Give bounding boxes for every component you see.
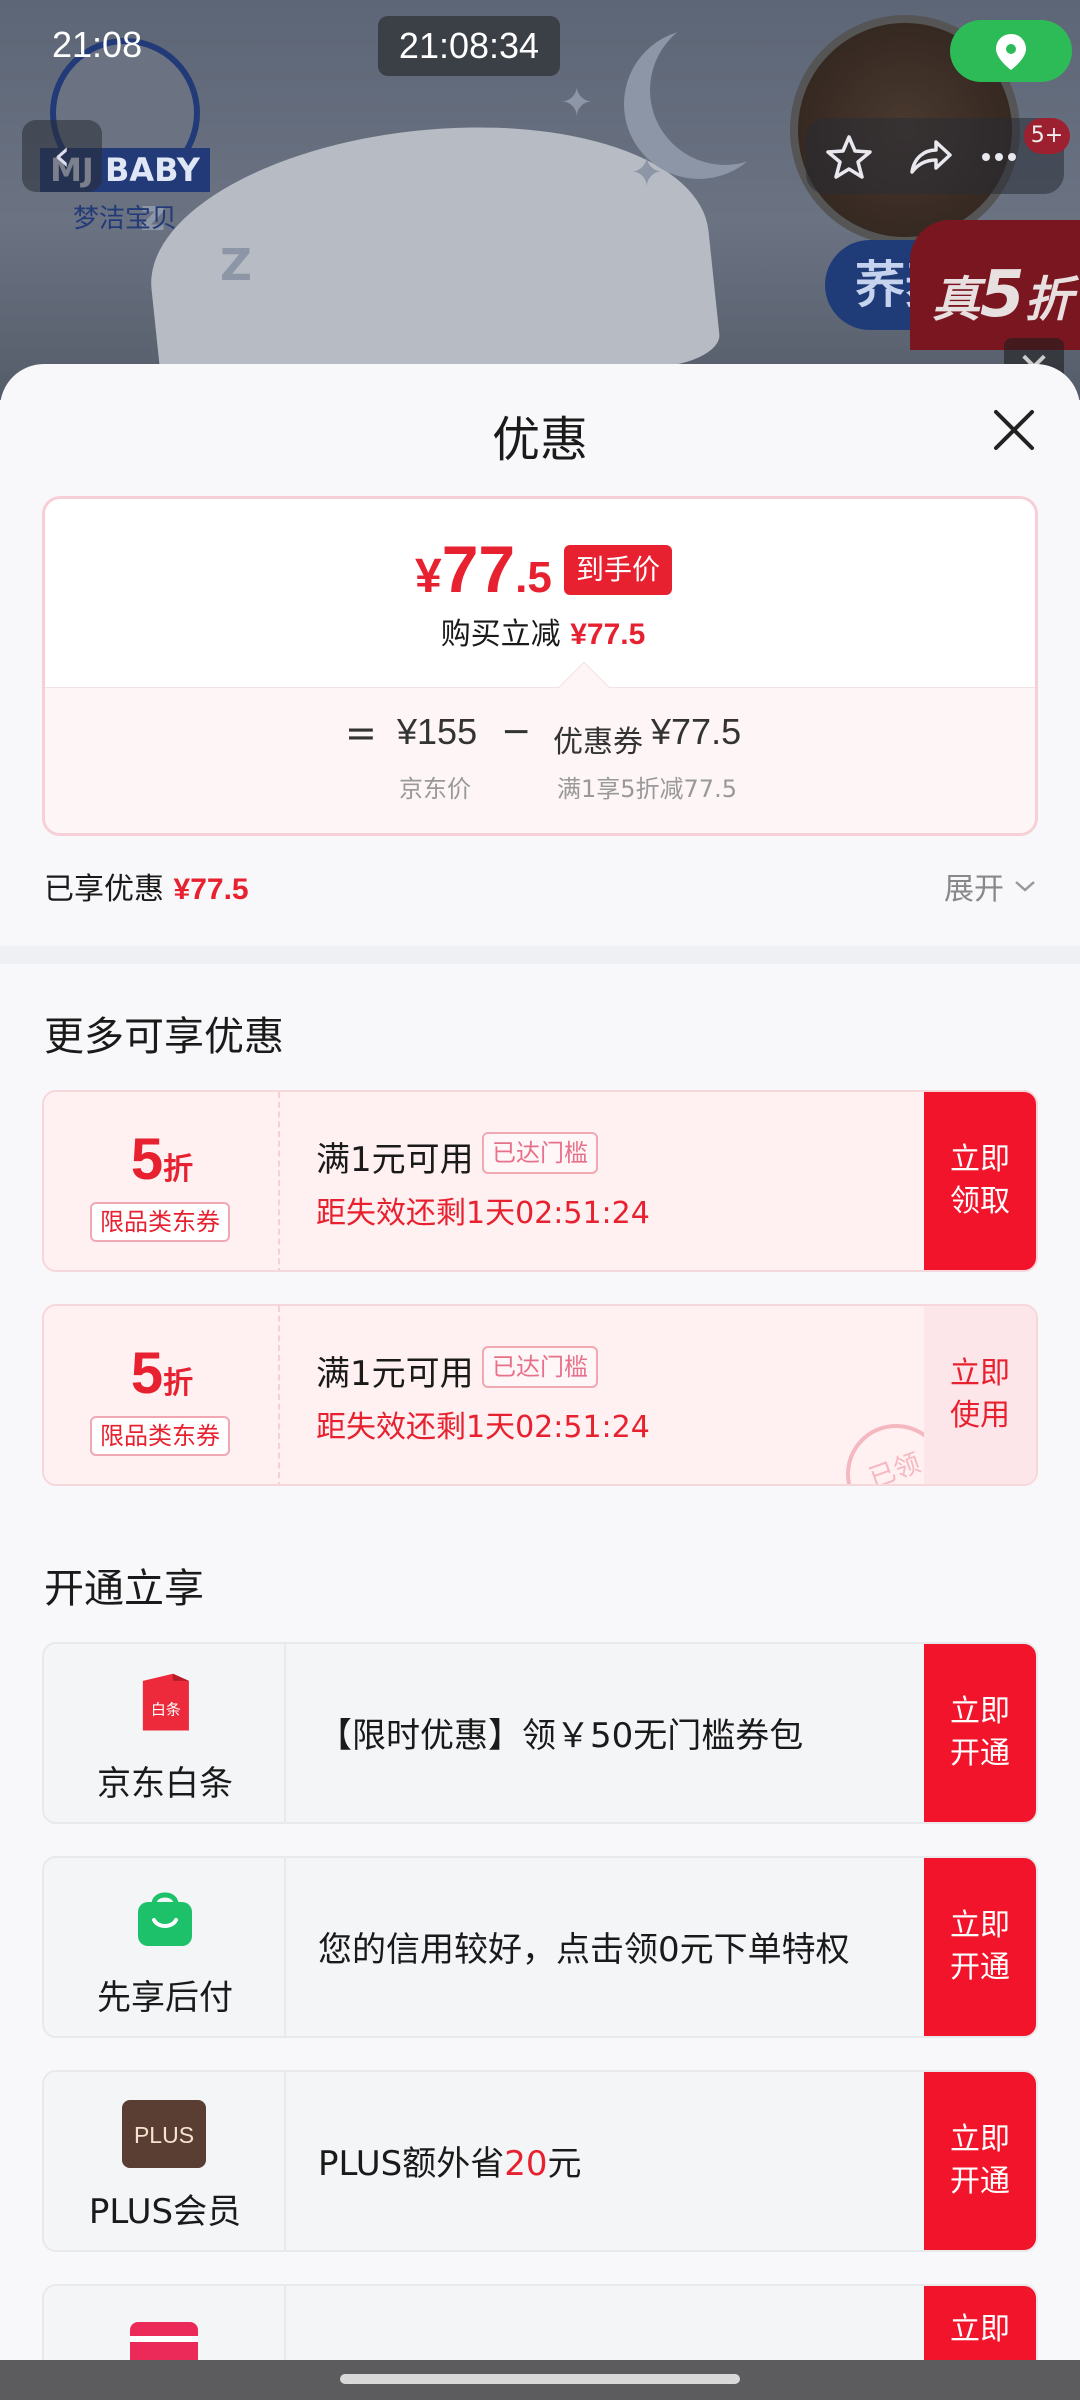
service-name: PLUS会员 bbox=[88, 2192, 242, 2232]
coupon-condition: 满1元可用 bbox=[316, 1140, 474, 1180]
svg-text:白条: 白条 bbox=[151, 1701, 181, 1719]
threshold-reached-tag: 已达门槛 bbox=[482, 1346, 598, 1388]
service-name: 京东白条 bbox=[97, 1764, 233, 1804]
more-deals-title: 更多可享优惠 bbox=[44, 1014, 284, 1060]
close-icon[interactable] bbox=[986, 402, 1042, 458]
brand-cn-name: 梦洁宝贝 bbox=[72, 204, 177, 234]
star-decoration: ✦ bbox=[560, 80, 594, 126]
coupon-discount: 5折 bbox=[130, 1127, 194, 1192]
z-decoration: Z bbox=[220, 240, 252, 291]
back-icon[interactable]: ‹ bbox=[22, 120, 102, 192]
home-indicator[interactable] bbox=[340, 2374, 740, 2384]
section-divider bbox=[0, 946, 1080, 964]
service-row-plus: PLUS PLUS会员 PLUS额外省20元 立即开通 bbox=[42, 2070, 1038, 2252]
moon-decoration bbox=[650, 15, 800, 165]
threshold-reached-tag: 已达门槛 bbox=[482, 1132, 598, 1174]
message-count-badge: 5+ bbox=[1024, 118, 1070, 154]
location-indicator bbox=[950, 20, 1072, 82]
status-bar-time: 21:08 bbox=[52, 24, 143, 65]
chevron-down-icon[interactable] bbox=[1012, 876, 1038, 896]
activate-title: 开通立享 bbox=[44, 1566, 204, 1612]
activate-pay-later-button[interactable]: 立即开通 bbox=[924, 1858, 1036, 2036]
coupon-timer: 距失效还剩1天02:51:24 bbox=[316, 1196, 650, 1231]
coupon-category: 限品类东券 bbox=[90, 1416, 230, 1456]
claim-coupon-button[interactable]: 立即领取 bbox=[924, 1092, 1036, 1270]
service-desc: PLUS额外省20元 bbox=[318, 2144, 582, 2184]
activate-baitiao-button[interactable]: 立即开通 bbox=[924, 1644, 1036, 1822]
minus-sign: − bbox=[501, 711, 532, 752]
jd-price: ¥155 bbox=[397, 711, 478, 752]
coupon-discount-area: 5折 限品类东券 bbox=[44, 1306, 280, 1484]
coupon-desc: 满1享5折减77.5 bbox=[557, 775, 737, 803]
equals-sign: = bbox=[345, 711, 377, 755]
service-desc: 【限时优惠】领￥50无门槛券包 bbox=[318, 1716, 804, 1756]
floating-clock: 21:08:34 bbox=[378, 16, 560, 76]
sheet-title: 优惠 bbox=[491, 412, 588, 468]
jd-price-label: 京东价 bbox=[399, 775, 471, 803]
shopping-bag-icon bbox=[138, 1892, 192, 1946]
instant-save-line: 购买立减 ¥77.5 bbox=[440, 617, 646, 652]
activate-plus-button[interactable]: 立即开通 bbox=[924, 2072, 1036, 2250]
service-row-baitiao: 白条 京东白条 【限时优惠】领￥50无门槛券包 立即开通 bbox=[42, 1642, 1038, 1824]
coupon-card: 5折 限品类东券 满1元可用 已达门槛 距失效还剩1天02:51:24 立即领取 bbox=[42, 1090, 1038, 1272]
price-breakdown bbox=[45, 687, 1035, 833]
expand-button[interactable]: 展开 bbox=[944, 864, 1004, 908]
enjoyed-discount: 已享优惠 ¥77.5 bbox=[44, 872, 249, 907]
final-price: ¥77.5 bbox=[415, 532, 552, 606]
coupon-value: ¥77.5 bbox=[651, 711, 742, 752]
coupon-card: 5折 限品类东券 满1元可用 已达门槛 距失效还剩1天02:51:24 已领 立… bbox=[42, 1304, 1038, 1486]
share-icon[interactable] bbox=[904, 132, 954, 182]
plus-member-icon: PLUS bbox=[122, 2100, 206, 2168]
final-price-tag: 到手价 bbox=[564, 545, 673, 595]
coupon-label: 优惠券 bbox=[553, 725, 643, 760]
star-icon[interactable] bbox=[824, 132, 874, 182]
coupon-category: 限品类东券 bbox=[90, 1202, 230, 1242]
baitiao-icon: 白条 bbox=[142, 1673, 189, 1731]
discount-badge: 真5折 bbox=[910, 220, 1080, 350]
star-decoration: ✦ bbox=[630, 150, 664, 196]
svg-text:PLUS: PLUS bbox=[134, 2122, 194, 2148]
service-row-pay-later: 先享后付 您的信用较好，点击领0元下单特权 立即开通 bbox=[42, 1856, 1038, 2038]
coupon-discount-area: 5折 限品类东券 bbox=[44, 1092, 280, 1270]
coupon-condition: 满1元可用 bbox=[316, 1354, 474, 1394]
discount-sheet: 优惠 ¥77.5 到手价 购买立减 ¥77.5 = ¥155 − 优惠券 ¥77… bbox=[0, 364, 1080, 2400]
use-coupon-button[interactable]: 立即使用 bbox=[924, 1306, 1036, 1484]
more-icon[interactable] bbox=[974, 132, 1024, 182]
service-name: 先享后付 bbox=[97, 1978, 233, 2018]
final-price-card: ¥77.5 到手价 购买立减 ¥77.5 = ¥155 − 优惠券 ¥77.5 … bbox=[42, 496, 1038, 836]
service-desc: 您的信用较好，点击领0元下单特权 bbox=[318, 1930, 850, 1970]
coupon-discount: 5折 bbox=[130, 1341, 194, 1406]
coupon-timer: 距失效还剩1天02:51:24 bbox=[316, 1410, 650, 1445]
